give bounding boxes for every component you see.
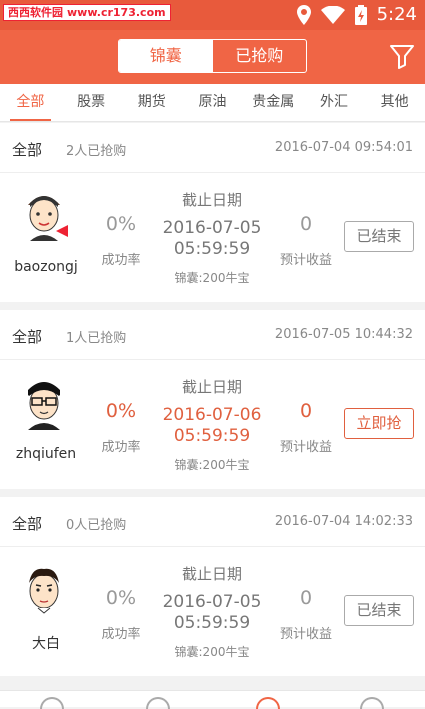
buy-now-button[interactable]: 立即抢 xyxy=(344,408,414,439)
tab-precious-metals[interactable]: 贵金属 xyxy=(243,84,304,121)
watermark-site: www.cr173.com xyxy=(67,6,166,19)
ended-button[interactable]: 已结束 xyxy=(344,221,414,252)
expected-earnings: 0 xyxy=(299,213,313,235)
purchase-count: 1人已抢购 xyxy=(66,331,127,346)
wifi-icon xyxy=(320,6,345,24)
card-category: 全部 xyxy=(12,141,43,159)
card-timestamp: 2016-07-04 09:54:01 xyxy=(274,140,413,155)
card-category: 全部 xyxy=(12,328,43,346)
avatar[interactable] xyxy=(18,563,70,617)
expected-earnings-label: 预计收益 xyxy=(279,627,332,642)
deadline-time: 05:59:59 xyxy=(173,426,251,446)
avatar[interactable] xyxy=(18,376,70,430)
card-body: baozongj 0% 成功率 截止日期 2016-07-05 05:59:59 … xyxy=(0,173,425,301)
expected-earnings-label: 预计收益 xyxy=(279,253,332,268)
purchase-count: 2人已抢购 xyxy=(66,144,127,159)
nav-home-icon[interactable] xyxy=(40,697,64,709)
deadline-date: 2016-07-05 xyxy=(162,218,262,238)
expected-earnings-label: 预计收益 xyxy=(279,440,332,455)
card-body: 大白 0% 成功率 截止日期 2016-07-05 05:59:59 锦囊:200… xyxy=(0,547,425,675)
username: baozongj xyxy=(14,259,78,275)
filter-icon[interactable] xyxy=(389,43,415,69)
list-item[interactable]: 全部 1人已抢购 2016-07-05 10:44:32 zhqiufen 0%… xyxy=(0,310,425,489)
deadline-time: 05:59:59 xyxy=(173,239,251,259)
tab-forex[interactable]: 外汇 xyxy=(304,84,365,121)
bag-price: 锦囊:200牛宝 xyxy=(174,271,250,285)
segmented-control: 锦囊 已抢购 xyxy=(118,39,307,73)
location-icon xyxy=(296,5,311,25)
expected-earnings: 0 xyxy=(299,587,313,609)
success-rate: 0% xyxy=(105,400,137,422)
tab-stocks[interactable]: 股票 xyxy=(61,84,122,121)
deadline-time: 05:59:59 xyxy=(173,613,251,633)
bag-price: 锦囊:200牛宝 xyxy=(174,645,250,659)
tab-futures[interactable]: 期货 xyxy=(121,84,182,121)
bottom-nav xyxy=(0,690,425,709)
card-timestamp: 2016-07-05 10:44:32 xyxy=(274,327,413,342)
watermark-name: 西西软件园 xyxy=(8,6,63,19)
card-category: 全部 xyxy=(12,515,43,533)
purchase-count: 0人已抢购 xyxy=(66,518,127,533)
purchase-list: 全部 2人已抢购 2016-07-04 09:54:01 baozongj 0%… xyxy=(0,123,425,684)
card-header: 全部 1人已抢购 2016-07-05 10:44:32 xyxy=(0,310,425,360)
app-bar: 锦囊 已抢购 xyxy=(0,30,425,84)
deadline-label: 截止日期 xyxy=(181,191,242,209)
list-item[interactable]: 全部 2人已抢购 2016-07-04 09:54:01 baozongj 0%… xyxy=(0,123,425,302)
card-header: 全部 2人已抢购 2016-07-04 09:54:01 xyxy=(0,123,425,173)
deadline-date: 2016-07-06 xyxy=(162,405,262,425)
ended-button[interactable]: 已结束 xyxy=(344,595,414,626)
card-body: zhqiufen 0% 成功率 截止日期 2016-07-06 05:59:59 … xyxy=(0,360,425,488)
username: zhqiufen xyxy=(15,446,77,462)
tab-all[interactable]: 全部 xyxy=(0,84,61,121)
card-timestamp: 2016-07-04 14:02:33 xyxy=(274,514,413,529)
status-time: 5:24 xyxy=(376,4,417,25)
list-item[interactable]: 全部 0人已抢购 2016-07-04 14:02:33 大白 0% 成功率 截… xyxy=(0,497,425,676)
success-rate: 0% xyxy=(105,587,137,609)
status-bar: 西西软件园 www.cr173.com 5:24 xyxy=(0,0,425,30)
tab-other[interactable]: 其他 xyxy=(364,84,425,121)
bag-price: 锦囊:200牛宝 xyxy=(174,458,250,472)
deadline-datetime: 2016-07-06 05:59:59 xyxy=(152,405,272,447)
segment-purchased[interactable]: 已抢购 xyxy=(213,40,307,72)
nav-video-icon[interactable] xyxy=(146,697,170,709)
deadline-label: 截止日期 xyxy=(181,378,242,396)
success-rate: 0% xyxy=(105,213,137,235)
deadline-date: 2016-07-05 xyxy=(162,592,262,612)
watermark-badge: 西西软件园 www.cr173.com xyxy=(3,4,171,21)
success-rate-label: 成功率 xyxy=(101,627,141,642)
avatar[interactable] xyxy=(18,189,70,243)
deadline-datetime: 2016-07-05 05:59:59 xyxy=(152,218,272,260)
username: 大白 xyxy=(32,636,60,652)
expected-earnings: 0 xyxy=(299,400,313,422)
category-tabs: 全部 股票 期货 原油 贵金属 外汇 其他 xyxy=(0,84,425,122)
nav-profile-icon[interactable] xyxy=(360,697,384,709)
deadline-label: 截止日期 xyxy=(181,565,242,583)
segment-jinnang[interactable]: 锦囊 xyxy=(119,40,213,72)
success-rate-label: 成功率 xyxy=(101,440,141,455)
success-rate-label: 成功率 xyxy=(101,253,141,268)
battery-icon xyxy=(354,5,367,25)
card-header: 全部 0人已抢购 2016-07-04 14:02:33 xyxy=(0,497,425,547)
deadline-datetime: 2016-07-05 05:59:59 xyxy=(152,592,272,634)
nav-bag-icon[interactable] xyxy=(256,697,280,709)
status-icons: 5:24 xyxy=(296,4,417,26)
tab-crude-oil[interactable]: 原油 xyxy=(182,84,243,121)
